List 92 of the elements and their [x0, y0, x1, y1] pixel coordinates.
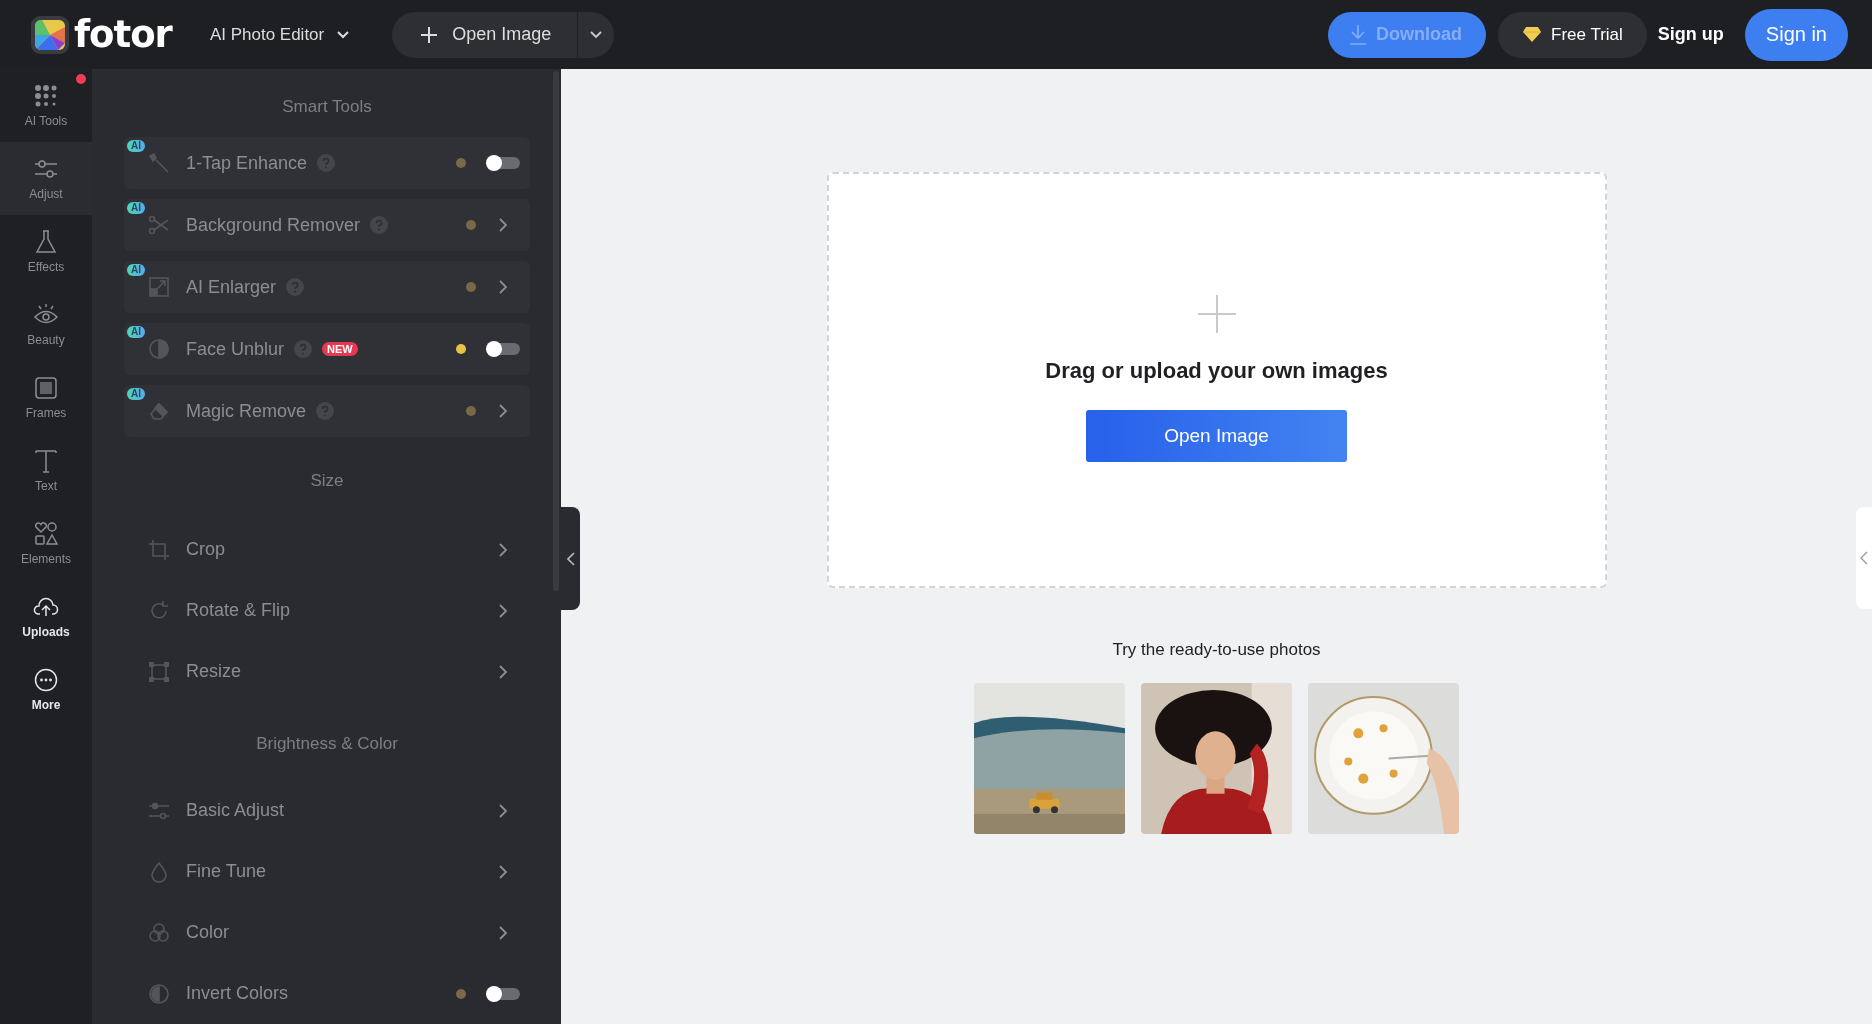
tool-row[interactable]: Invert Colors: [124, 963, 530, 1024]
tool-label: Background Remover: [186, 214, 361, 236]
tool-card[interactable]: AI 1-Tap Enhance: [124, 137, 530, 189]
plus-icon: [1196, 294, 1237, 334]
free-trial-button[interactable]: Free Trial: [1498, 11, 1647, 58]
chevron-right-icon: [498, 663, 508, 680]
tool-label: Invert Colors: [186, 983, 289, 1004]
shapes-icon: [33, 521, 59, 547]
tool-label: Magic Remove: [186, 400, 307, 422]
chevron-right-icon: [498, 403, 508, 419]
caret-icon: [589, 29, 604, 40]
diamond-icon: [1522, 26, 1543, 43]
tool-card[interactable]: AI Face Unblur NEW: [124, 323, 530, 375]
sidebar-tab[interactable]: AI Tools: [0, 69, 92, 142]
sidebar-tab[interactable]: Beauty: [0, 288, 92, 361]
plus-icon: [420, 25, 439, 44]
chevron-left-icon: [566, 551, 575, 566]
tool-row[interactable]: Fine Tune: [124, 841, 530, 902]
tool-label: AI Enlarger: [186, 276, 277, 298]
chevron-right-icon: [498, 279, 508, 295]
caret-icon: [336, 29, 351, 40]
tool-label: 1-Tap Enhance: [186, 152, 308, 174]
open-image-button[interactable]: Open Image: [392, 11, 579, 58]
chevron-right-icon: [498, 863, 508, 880]
ai-badge: AI: [127, 140, 145, 152]
sidebar-tab[interactable]: Elements: [0, 507, 92, 580]
sidebar-tab[interactable]: Text: [0, 434, 92, 507]
sidebar-tab[interactable]: More: [0, 653, 92, 726]
logo-wordmark[interactable]: fotor: [74, 13, 172, 56]
grid-icon: [33, 83, 59, 109]
face-icon: [148, 338, 170, 360]
upload-drop-zone[interactable]: Drag or upload your own images Open Image: [826, 172, 1607, 588]
chevron-right-icon: [498, 924, 508, 941]
drop-zone-title: Drag or upload your own images: [1045, 358, 1388, 384]
sign-up-link[interactable]: Sign up: [1657, 24, 1724, 45]
drop-icon: [148, 860, 170, 883]
collapse-panel-button[interactable]: [561, 507, 580, 610]
sign-in-button[interactable]: Sign in: [1744, 8, 1848, 61]
chevron-right-icon: [498, 602, 508, 619]
ai-badge: AI: [127, 326, 145, 338]
sidebar-tab[interactable]: Frames: [0, 361, 92, 434]
tool-label: Face Unblur: [186, 338, 285, 360]
toggle-switch[interactable]: [488, 157, 520, 169]
sidebar-tab[interactable]: Adjust: [0, 142, 92, 215]
tool-card[interactable]: AI Magic Remove: [124, 385, 530, 437]
section-heading: Size: [309, 470, 345, 492]
tool-label: Rotate & Flip: [186, 600, 291, 621]
chevron-left-icon: [1860, 551, 1868, 565]
tool-label: Color: [186, 922, 229, 943]
tool-row[interactable]: Resize: [124, 641, 530, 702]
section-heading: Brightness & Color: [255, 733, 399, 755]
tool-label: Resize: [186, 661, 242, 682]
tool-card[interactable]: AI AI Enlarger: [124, 261, 530, 313]
tool-card[interactable]: AI Background Remover: [124, 199, 530, 251]
color-circles-icon: [148, 921, 170, 944]
enlarge-icon: [148, 276, 170, 298]
tool-row[interactable]: Crop: [124, 519, 530, 580]
resize-icon: [148, 660, 170, 683]
sidebar-tab[interactable]: Effects: [0, 215, 92, 288]
ai-badge: AI: [127, 202, 145, 214]
tool-row[interactable]: Basic Adjust: [124, 780, 530, 841]
more-icon: [33, 667, 59, 693]
toggle-switch[interactable]: [488, 987, 520, 1000]
eraser-icon: [148, 400, 170, 422]
chevron-right-icon: [498, 541, 508, 558]
logo-icon: [30, 14, 70, 55]
scissors-icon: [148, 214, 170, 236]
toggle-switch[interactable]: [488, 343, 520, 355]
open-image-button[interactable]: Open Image: [1086, 410, 1347, 462]
tool-row[interactable]: Rotate & Flip: [124, 580, 530, 641]
new-badge: NEW: [322, 342, 358, 356]
magic-wand-icon: [148, 152, 170, 174]
sidebar-tab[interactable]: Uploads: [0, 580, 92, 653]
tool-label: Fine Tune: [186, 861, 267, 882]
tool-row[interactable]: Color: [124, 902, 530, 963]
section-heading: Smart Tools: [281, 96, 373, 118]
tool-label: Basic Adjust: [186, 800, 285, 821]
ai-badge: AI: [127, 388, 145, 400]
chevron-right-icon: [498, 217, 508, 233]
rotate-icon: [148, 599, 170, 622]
flask-icon: [33, 229, 59, 255]
expand-panel-button[interactable]: [1856, 507, 1872, 609]
download-icon: [1348, 23, 1369, 46]
chevron-right-icon: [498, 802, 508, 819]
frame-icon: [33, 375, 59, 401]
editor-menu[interactable]: AI Photo Editor: [209, 24, 351, 45]
half-circle-icon: [148, 982, 170, 1005]
sample-photos-caption: Try the ready-to-use photos: [1112, 640, 1321, 660]
ai-badge: AI: [127, 264, 145, 276]
text-icon: [33, 448, 59, 474]
crop-icon: [148, 538, 170, 561]
tool-label: Crop: [186, 539, 225, 560]
